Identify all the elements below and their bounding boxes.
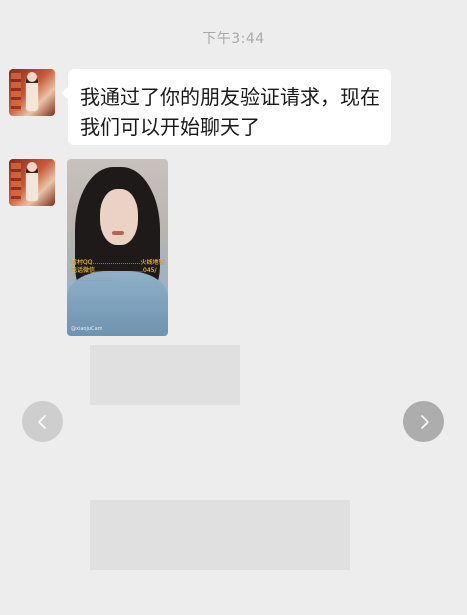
photo-lips — [112, 231, 124, 235]
message-timestamp: 下午3:44 — [202, 31, 265, 47]
message-line: 我们可以开始聊天了 — [80, 115, 260, 139]
background-watermark — [90, 345, 240, 405]
avatar-background — [11, 163, 21, 201]
avatar-head — [27, 72, 37, 82]
message-line: 我通过了你的朋友验证请求，现在 — [80, 85, 380, 109]
avatar-head — [27, 162, 37, 172]
message-bubble-text[interactable]: 我通过了你的朋友验证请求，现在 我们可以开始聊天了 — [61, 69, 391, 145]
next-button[interactable] — [403, 401, 444, 442]
background-watermark — [90, 500, 350, 570]
overlay-line: 电话微信……………………045/ — [71, 267, 157, 274]
message-image[interactable]: 看村QQ……………………火线地铁 电话微信……………………045/ ………………… — [67, 159, 168, 336]
previous-button[interactable] — [22, 401, 63, 442]
photo-face — [100, 189, 138, 245]
overlay-line: 看村QQ……………………火线地铁 — [71, 259, 165, 266]
overlay-line: ………………… — [71, 275, 113, 282]
avatar-background — [11, 73, 21, 111]
chevron-right-icon — [420, 414, 429, 429]
contact-avatar[interactable] — [9, 159, 55, 206]
photo-watermark-tag: @xiaojuCam — [71, 326, 103, 332]
photo-overlay-text: 看村QQ……………………火线地铁 电话微信……………………045/ ………………… — [71, 259, 166, 283]
chevron-left-icon — [37, 414, 46, 429]
contact-avatar[interactable] — [9, 69, 55, 116]
